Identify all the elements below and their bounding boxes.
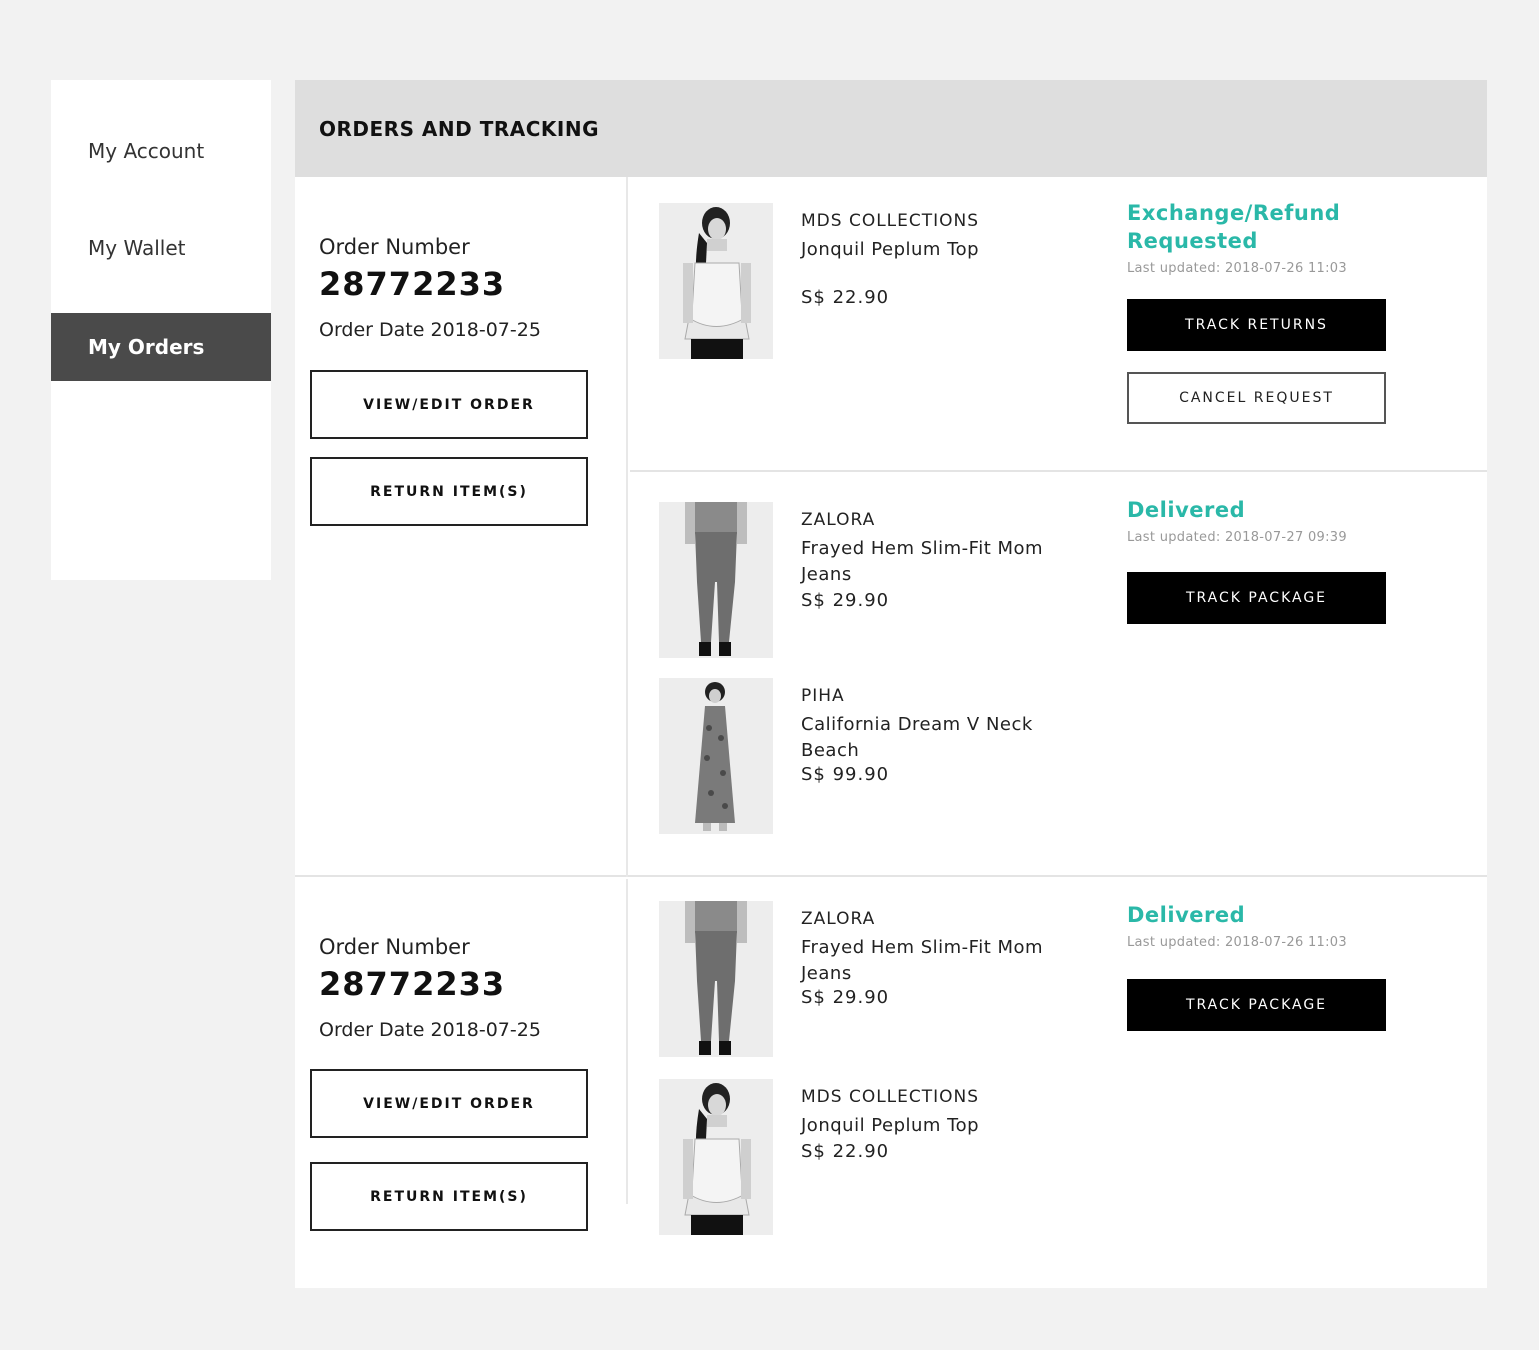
list-item: MDS COLLECTIONS Jonquil Peplum Top S$ 22… <box>630 1079 1130 1239</box>
product-image[interactable] <box>659 901 773 1057</box>
product-name[interactable]: Jonquil Peplum Top <box>801 237 1081 263</box>
order-summary: Order Number 28772233 Order Date 2018-07… <box>295 177 628 877</box>
list-item: ZALORA Frayed Hem Slim-Fit Mom Jeans S$ … <box>630 502 1130 662</box>
product-name[interactable]: Frayed Hem Slim-Fit Mom Jeans <box>801 935 1081 987</box>
jeans-photo <box>659 901 773 1057</box>
sidebar-item-my-wallet[interactable]: My Wallet <box>51 214 271 282</box>
list-item: PIHA California Dream V Neck Beach S$ 99… <box>630 678 1130 838</box>
order-number: 28772233 <box>319 265 506 303</box>
account-sidebar: My Account My Wallet My Orders <box>51 80 271 580</box>
product-brand: ZALORA <box>801 510 876 530</box>
product-brand: ZALORA <box>801 909 876 929</box>
sidebar-item-my-account[interactable]: My Account <box>51 117 271 185</box>
track-package-button[interactable]: TRACK PACKAGE <box>1127 572 1386 624</box>
shipment-status: Exchange/Refund Requested Last updated: … <box>1127 199 1407 276</box>
product-price: S$ 29.90 <box>801 590 890 611</box>
last-updated: Last updated: 2018-07-26 11:03 <box>1127 935 1347 950</box>
shipment-group: MDS COLLECTIONS Jonquil Peplum Top S$ 22… <box>630 177 1487 472</box>
last-updated: Last updated: 2018-07-27 09:39 <box>1127 530 1347 545</box>
product-name[interactable]: Frayed Hem Slim-Fit Mom Jeans <box>801 536 1081 588</box>
product-image[interactable] <box>659 203 773 359</box>
product-name[interactable]: California Dream V Neck Beach <box>801 712 1081 764</box>
shipment-status: Delivered Last updated: 2018-07-26 11:03 <box>1127 901 1407 950</box>
order-date: Order Date 2018-07-25 <box>319 1019 541 1041</box>
product-price: S$ 99.90 <box>801 764 890 785</box>
order-number-label: Order Number <box>319 235 470 259</box>
sidebar-item-my-orders[interactable]: My Orders <box>51 313 271 381</box>
product-brand: MDS COLLECTIONS <box>801 211 980 231</box>
order-summary: Order Number 28772233 Order Date 2018-07… <box>295 879 628 1204</box>
return-items-button[interactable]: RETURN ITEM(S) <box>310 457 588 526</box>
status-badge: Exchange/Refund Requested <box>1127 201 1341 253</box>
peplum-top-photo <box>659 1079 773 1235</box>
track-package-button[interactable]: TRACK PACKAGE <box>1127 979 1386 1031</box>
peplum-top-photo <box>659 203 773 359</box>
status-badge: Delivered <box>1127 903 1246 927</box>
list-item: ZALORA Frayed Hem Slim-Fit Mom Jeans S$ … <box>630 901 1130 1061</box>
cancel-request-button[interactable]: CANCEL REQUEST <box>1127 372 1386 424</box>
order-number-label: Order Number <box>319 935 470 959</box>
product-image[interactable] <box>659 1079 773 1235</box>
status-badge: Delivered <box>1127 498 1246 522</box>
beach-dress-photo <box>659 678 773 834</box>
product-brand: PIHA <box>801 686 845 706</box>
list-item: MDS COLLECTIONS Jonquil Peplum Top S$ 22… <box>630 203 1130 363</box>
product-price: S$ 22.90 <box>801 1141 890 1162</box>
view-edit-order-button[interactable]: VIEW/EDIT ORDER <box>310 370 588 439</box>
view-edit-order-button[interactable]: VIEW/EDIT ORDER <box>310 1069 588 1138</box>
product-brand: MDS COLLECTIONS <box>801 1087 980 1107</box>
product-image[interactable] <box>659 502 773 658</box>
product-price: S$ 22.90 <box>801 287 890 308</box>
page-title: ORDERS AND TRACKING <box>295 80 1487 177</box>
shipment-group: ZALORA Frayed Hem Slim-Fit Mom Jeans S$ … <box>630 474 1487 877</box>
order-card: Order Number 28772233 Order Date 2018-07… <box>295 879 1487 1288</box>
shipment-group: ZALORA Frayed Hem Slim-Fit Mom Jeans S$ … <box>630 879 1487 1288</box>
shipment-status: Delivered Last updated: 2018-07-27 09:39 <box>1127 496 1407 545</box>
order-card: Order Number 28772233 Order Date 2018-07… <box>295 177 1487 877</box>
orders-panel: ORDERS AND TRACKING Order Number 2877223… <box>295 80 1487 1288</box>
return-items-button[interactable]: RETURN ITEM(S) <box>310 1162 588 1231</box>
product-image[interactable] <box>659 678 773 834</box>
track-returns-button[interactable]: TRACK RETURNS <box>1127 299 1386 351</box>
product-name[interactable]: Jonquil Peplum Top <box>801 1113 1081 1139</box>
last-updated: Last updated: 2018-07-26 11:03 <box>1127 261 1347 276</box>
jeans-photo <box>659 502 773 658</box>
product-price: S$ 29.90 <box>801 987 890 1008</box>
order-date: Order Date 2018-07-25 <box>319 319 541 341</box>
order-number: 28772233 <box>319 965 506 1003</box>
